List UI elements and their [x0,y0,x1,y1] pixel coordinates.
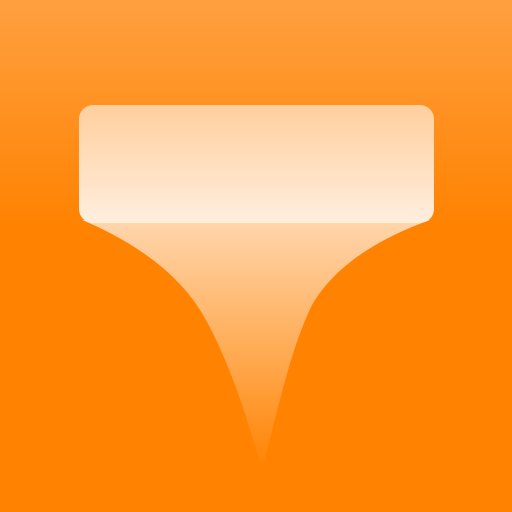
app-icon [0,0,512,512]
funnel-filter-icon [0,0,512,512]
funnel-top-panel [79,105,434,223]
